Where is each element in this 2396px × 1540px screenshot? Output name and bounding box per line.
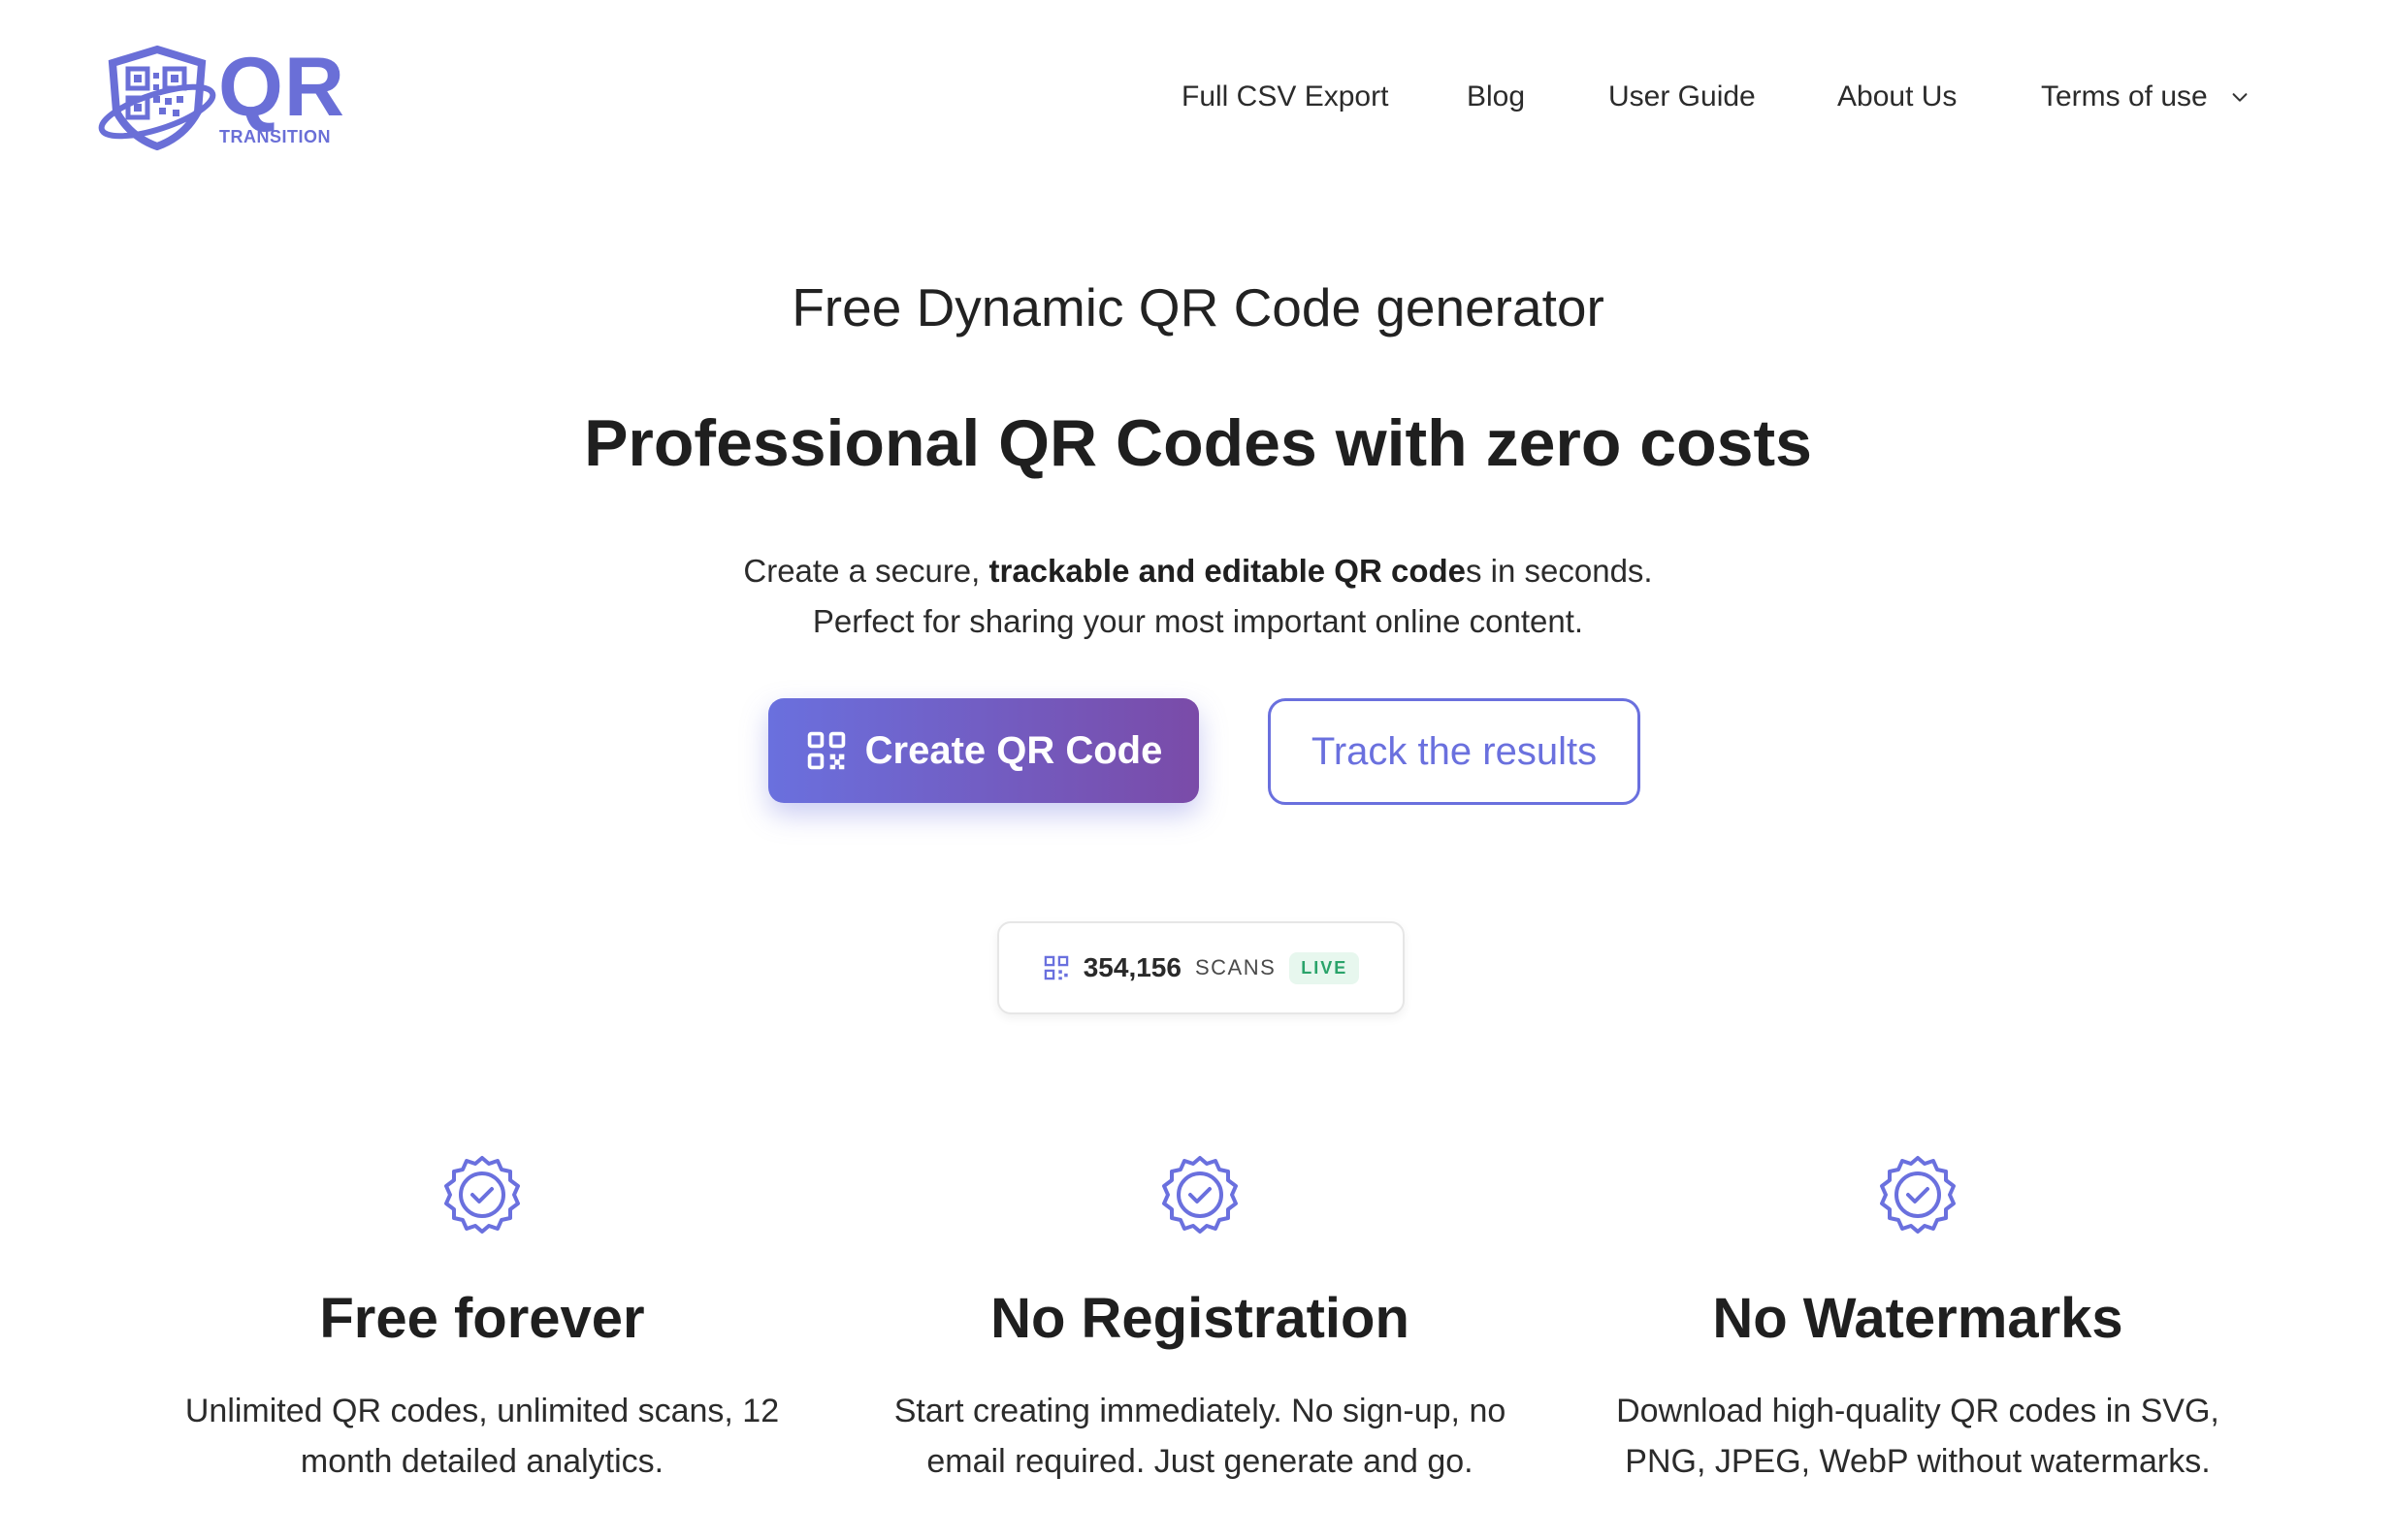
nav-user-guide[interactable]: User Guide: [1608, 80, 1756, 113]
hero-title: Professional QR Codes with zero costs: [584, 406, 1812, 480]
create-qr-code-button[interactable]: Create QR Code: [768, 698, 1199, 803]
nav-about-us[interactable]: About Us: [1837, 80, 1957, 113]
feature-no-registration: No Registration Start creating immediate…: [841, 1154, 1559, 1487]
feature-text: Download high-quality QR codes in SVG, P…: [1616, 1393, 2219, 1480]
track-results-label: Track the results: [1311, 729, 1598, 773]
verified-badge-icon: [1880, 1156, 1956, 1234]
logo-text: QR: [218, 41, 345, 134]
scan-count: 354,156: [1083, 952, 1182, 982]
feature-text: Unlimited QR codes, unlimited scans, 12 …: [184, 1393, 780, 1480]
feature-no-watermarks: No Watermarks Download high-quality QR c…: [1559, 1154, 2277, 1487]
desc-bold-text: trackable and editable QR code: [988, 553, 1467, 589]
hero-desc-line-2: Perfect for sharing your most important …: [812, 603, 1584, 639]
feature-free-forever: Free forever Unlimited QR codes, unlimit…: [123, 1154, 841, 1487]
verified-badge-icon: [444, 1156, 520, 1234]
qr-shield-icon: [98, 45, 216, 150]
feature-title: Free forever: [319, 1287, 645, 1350]
nav-blog[interactable]: Blog: [1467, 80, 1525, 113]
hero-desc-line-1: Create a secure, trackable and editable …: [0, 546, 2396, 596]
qr-code-icon: [1044, 955, 1068, 980]
feature-title: No Registration: [990, 1287, 1409, 1350]
chevron-down-icon: [2232, 93, 2248, 102]
verified-badge-icon: [1162, 1156, 1238, 1234]
nav-full-csv-export[interactable]: Full CSV Export: [1182, 80, 1388, 113]
site-logo[interactable]: QR TRANSITION: [97, 44, 344, 150]
hero-description: Create a secure, trackable and editable …: [0, 546, 2396, 647]
feature-text: Start creating immediately. No sign-up, …: [893, 1393, 1506, 1480]
live-badge: LIVE: [1289, 951, 1360, 984]
nav-terms-of-use[interactable]: Terms of use: [2041, 80, 2250, 113]
scan-label: SCANS: [1194, 955, 1277, 979]
create-qr-code-label: Create QR Code: [864, 728, 1163, 772]
qr-code-icon: [807, 731, 845, 770]
scan-counter: 354,156 SCANS LIVE: [997, 921, 1405, 1014]
logo-subtext: TRANSITION: [219, 127, 331, 146]
desc-text: Create a secure,: [743, 553, 989, 589]
nav-terms-label: Terms of use: [2041, 80, 2208, 112]
feature-title: No Watermarks: [1712, 1287, 2123, 1350]
hero-subtitle: Free Dynamic QR Code generator: [792, 277, 1604, 337]
desc-text-end: s in seconds.: [1466, 553, 1653, 589]
track-results-button[interactable]: Track the results: [1268, 698, 1640, 805]
